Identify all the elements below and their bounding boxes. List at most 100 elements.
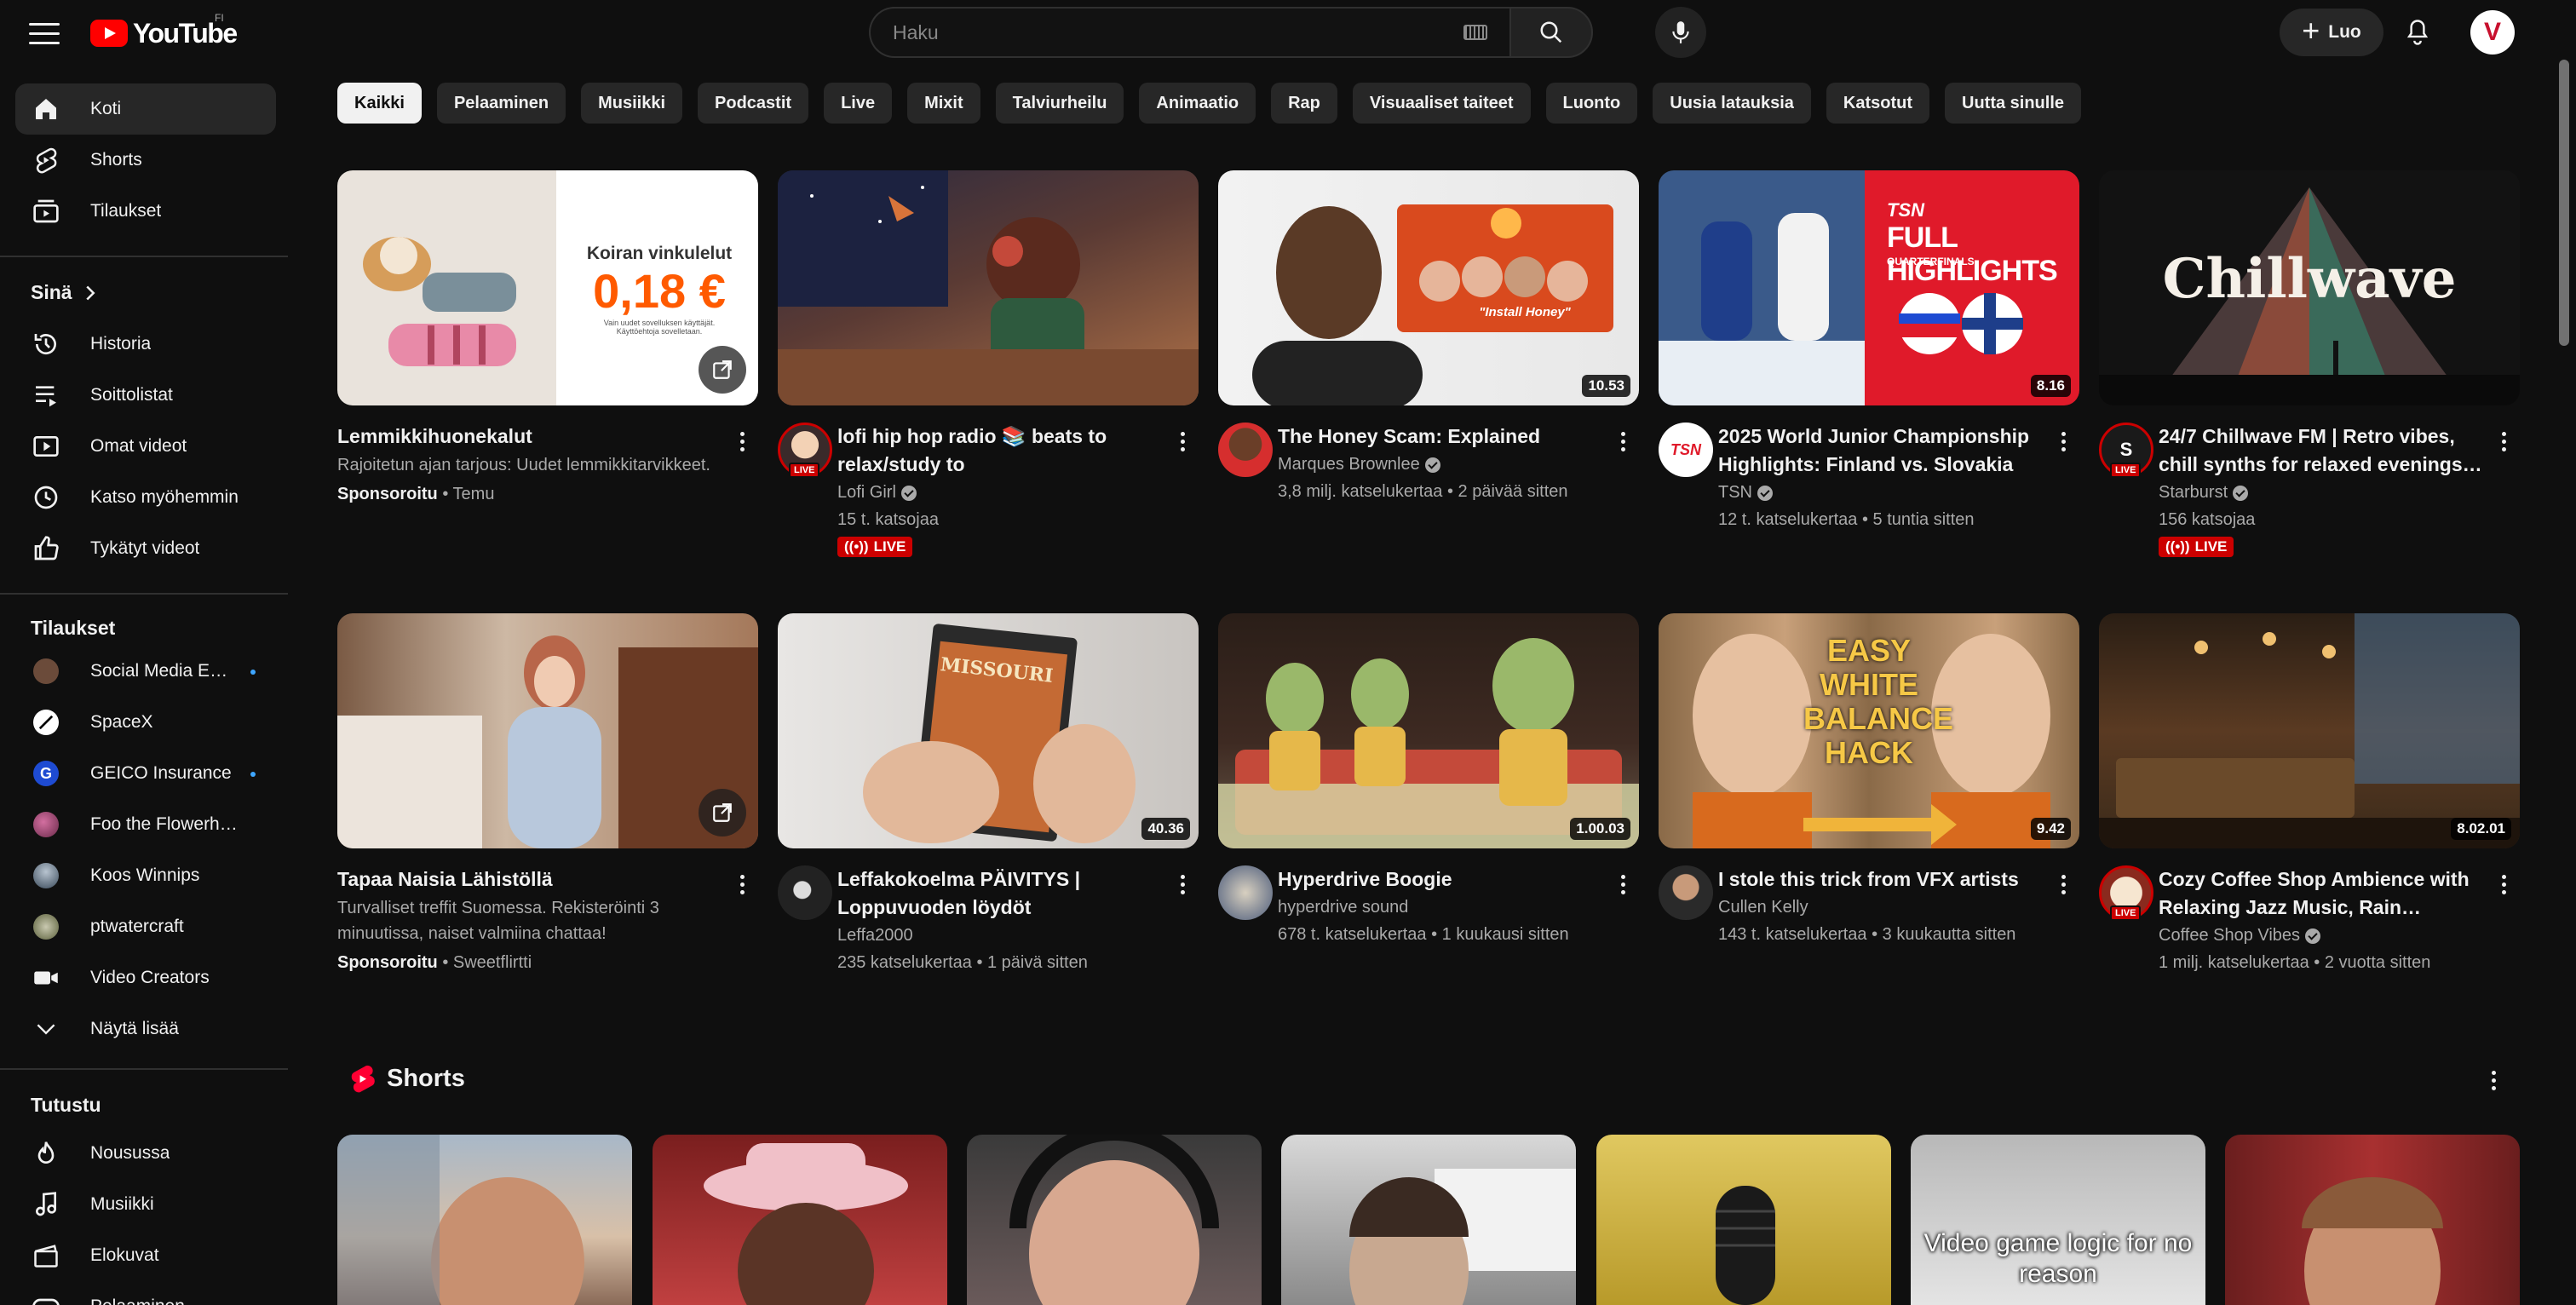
short-thumbnail[interactable] xyxy=(337,1135,632,1305)
short-thumbnail[interactable] xyxy=(1281,1135,1576,1305)
video-title[interactable]: Leffakokoelma PÄIVITYS | Loppuvuoden löy… xyxy=(837,865,1161,922)
video-title[interactable]: I stole this trick from VFX artists xyxy=(1718,865,2042,894)
channel-name[interactable]: hyperdrive sound xyxy=(1278,894,1601,921)
more-actions-button[interactable] xyxy=(1170,426,1195,457)
search-input[interactable] xyxy=(893,20,1455,44)
notifications-button[interactable] xyxy=(2399,14,2436,51)
video-thumbnail[interactable]: Koiran vinkulelut 0,18 € Vain uudet sove… xyxy=(337,170,758,405)
more-actions-button[interactable] xyxy=(2050,426,2076,457)
voice-search-button[interactable] xyxy=(1655,7,1706,58)
sidebar-item-playlists[interactable]: Soittolistat xyxy=(15,370,276,421)
channel-line[interactable]: Lofi Girl xyxy=(837,479,1161,506)
sidebar-item-gaming[interactable]: Pelaaminen xyxy=(15,1281,276,1305)
more-actions-button[interactable] xyxy=(2050,869,2076,900)
video-thumbnail[interactable]: Chillwave xyxy=(2099,170,2520,405)
external-link-icon[interactable] xyxy=(699,346,746,394)
sidebar-item-subscriptions[interactable]: Tilaukset xyxy=(15,186,276,237)
channel-avatar[interactable] xyxy=(1659,865,1713,920)
chip-visual-arts[interactable]: Visuaaliset taiteet xyxy=(1352,83,1531,124)
video-title[interactable]: Cozy Coffee Shop Ambience with Relaxing … xyxy=(2159,865,2482,922)
short-thumbnail[interactable] xyxy=(653,1135,947,1305)
channel-avatar[interactable] xyxy=(778,865,832,920)
sidebar-item-channel[interactable]: ptwatercraft xyxy=(15,901,276,952)
external-link-icon[interactable] xyxy=(699,789,746,836)
chip-gaming[interactable]: Pelaaminen xyxy=(436,83,566,124)
sidebar-item-liked-videos[interactable]: Tykätyt videot xyxy=(15,523,276,574)
channel-avatar[interactable]: LIVE xyxy=(778,423,832,478)
sidebar-item-channel[interactable]: Koos Winnips xyxy=(15,850,276,901)
video-title[interactable]: Tapaa Naisia Lähistöllä xyxy=(337,865,721,894)
advertiser-name[interactable]: Sweetflirtti xyxy=(453,953,532,972)
channel-line[interactable]: TSN xyxy=(1718,479,2042,506)
keyboard-icon[interactable] xyxy=(1463,25,1487,40)
channel-avatar[interactable]: S LIVE xyxy=(2099,423,2153,478)
account-avatar[interactable]: V xyxy=(2470,10,2515,55)
video-title[interactable]: lofi hip hop radio 📚 beats to relax/stud… xyxy=(837,423,1161,479)
channel-line[interactable]: Marques Brownlee xyxy=(1278,451,1601,478)
sidebar-item-home[interactable]: Koti xyxy=(15,83,276,135)
search-button[interactable] xyxy=(1509,7,1593,58)
channel-avatar[interactable] xyxy=(1218,865,1273,920)
sidebar-you-heading[interactable]: Sinä xyxy=(31,281,96,304)
shorts-more-button[interactable] xyxy=(2481,1063,2506,1097)
video-thumbnail[interactable]: TSN FULL HIGHLIGHTS QUARTERFINALS 8.16 xyxy=(1659,170,2079,405)
video-title[interactable]: Lemmikkihuonekalut xyxy=(337,423,721,451)
chip-animation[interactable]: Animaatio xyxy=(1139,83,1256,124)
sidebar-item-video-creators[interactable]: Video Creators xyxy=(15,952,276,1003)
video-thumbnail[interactable]: 8.02.01 xyxy=(2099,613,2520,848)
sidebar-item-watch-later[interactable]: Katso myöhemmin xyxy=(15,472,276,523)
channel-name[interactable]: Leffa2000 xyxy=(837,922,1161,949)
sidebar-item-channel[interactable]: Foo the Flowerhorn xyxy=(15,799,276,850)
chip-live[interactable]: Live xyxy=(824,83,893,124)
more-actions-button[interactable] xyxy=(729,869,755,900)
more-actions-button[interactable] xyxy=(2491,869,2516,900)
more-actions-button[interactable] xyxy=(2491,426,2516,457)
video-thumbnail[interactable]: 1.00.03 xyxy=(1218,613,1639,848)
sidebar-item-history[interactable]: Historia xyxy=(15,319,276,370)
chip-watched[interactable]: Katsotut xyxy=(1826,83,1929,124)
video-title[interactable]: Hyperdrive Boogie xyxy=(1278,865,1601,894)
sidebar-item-trending[interactable]: Nousussa xyxy=(15,1128,276,1179)
chip-podcasts[interactable]: Podcastit xyxy=(698,83,809,124)
video-thumbnail[interactable] xyxy=(778,170,1199,405)
create-button[interactable]: + Luo xyxy=(2280,9,2383,56)
channel-name[interactable]: TSN xyxy=(1718,483,1752,502)
search-field[interactable] xyxy=(869,7,1509,58)
channel-avatar[interactable] xyxy=(1218,423,1273,477)
channel-avatar[interactable]: TSN xyxy=(1659,423,1713,477)
short-thumbnail[interactable] xyxy=(967,1135,1262,1305)
sidebar-item-channel[interactable]: SpaceX xyxy=(15,697,276,748)
channel-name[interactable]: Coffee Shop Vibes xyxy=(2159,926,2300,945)
chip-winter-sports[interactable]: Talviurheilu xyxy=(995,83,1124,124)
channel-name[interactable]: Lofi Girl xyxy=(837,483,896,502)
more-actions-button[interactable] xyxy=(1170,869,1195,900)
more-actions-button[interactable] xyxy=(1610,426,1636,457)
page-scrollbar[interactable] xyxy=(2559,60,2569,346)
video-thumbnail[interactable]: MISSOURI 40.36 xyxy=(778,613,1199,848)
sidebar-item-your-videos[interactable]: Omat videot xyxy=(15,421,276,472)
channel-name[interactable]: Starburst xyxy=(2159,483,2228,502)
chip-all[interactable]: Kaikki xyxy=(337,83,422,124)
show-more-button[interactable]: Näytä lisää xyxy=(15,1003,276,1055)
sidebar-item-channel[interactable]: G GEICO Insurance xyxy=(15,748,276,799)
more-actions-button[interactable] xyxy=(1610,869,1636,900)
channel-line[interactable]: Coffee Shop Vibes xyxy=(2159,922,2482,949)
sidebar-item-shorts[interactable]: Shorts xyxy=(15,135,276,186)
channel-avatar[interactable]: LIVE xyxy=(2099,865,2153,921)
sidebar-item-channel[interactable]: Social Media Examiner xyxy=(15,646,276,697)
chip-mixes[interactable]: Mixit xyxy=(907,83,980,124)
short-thumbnail[interactable] xyxy=(1596,1135,1891,1305)
channel-name[interactable]: Marques Brownlee xyxy=(1278,455,1420,474)
video-thumbnail[interactable]: "Install Honey" 10.53 xyxy=(1218,170,1639,405)
video-title[interactable]: The Honey Scam: Explained xyxy=(1278,423,1601,451)
menu-icon[interactable] xyxy=(29,19,60,44)
short-thumbnail[interactable] xyxy=(2225,1135,2520,1305)
chip-nature[interactable]: Luonto xyxy=(1545,83,1638,124)
video-title[interactable]: 24/7 Chillwave FM | Retro vibes, chill s… xyxy=(2159,423,2482,479)
chip-rap[interactable]: Rap xyxy=(1271,83,1337,124)
more-actions-button[interactable] xyxy=(729,426,755,457)
channel-name[interactable]: Cullen Kelly xyxy=(1718,894,2042,921)
video-thumbnail[interactable]: EASY WHITE BALANCE HACK 9.42 xyxy=(1659,613,2079,848)
chip-new-to-you[interactable]: Uutta sinulle xyxy=(1945,83,2082,124)
video-title[interactable]: 2025 World Junior Championship Highlight… xyxy=(1718,423,2042,479)
